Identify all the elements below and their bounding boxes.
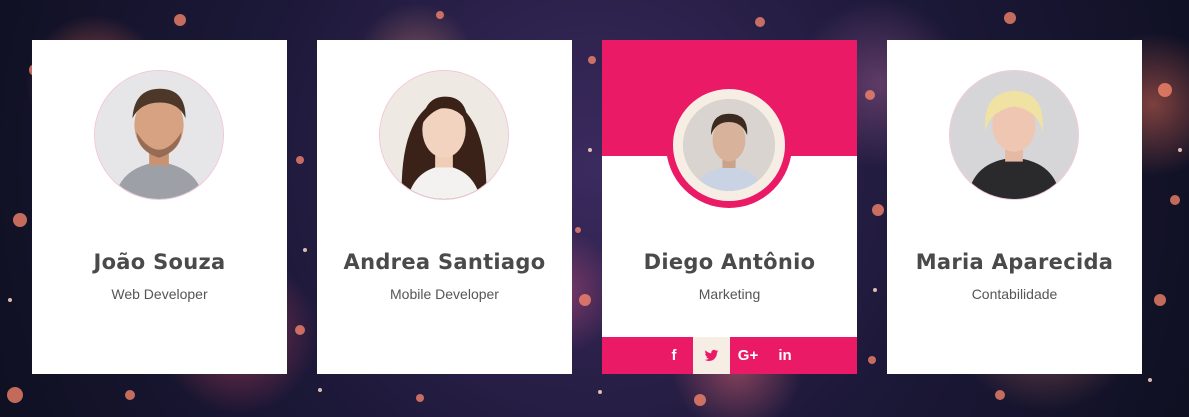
team-cards: João Souza Web Developer Andrea Santiago… [0, 0, 1189, 417]
member-name: Maria Aparecida [915, 250, 1114, 274]
google-plus-icon[interactable]: G+ [730, 337, 767, 374]
woman-avatar-icon [380, 71, 508, 199]
team-card: Maria Aparecida Contabilidade [887, 40, 1142, 374]
member-name: João Souza [93, 250, 226, 274]
avatar [949, 70, 1079, 200]
member-role: Web Developer [111, 286, 208, 302]
team-card: Andrea Santiago Mobile Developer [317, 40, 572, 374]
member-name: Diego Antônio [643, 250, 816, 274]
linkedin-icon[interactable]: in [767, 337, 804, 374]
facebook-icon[interactable]: f [656, 337, 693, 374]
member-role: Marketing [698, 286, 761, 302]
team-card: João Souza Web Developer [32, 40, 287, 374]
member-name: Andrea Santiago [343, 250, 546, 274]
man-avatar-icon [95, 71, 223, 199]
team-card-active: Diego Antônio Marketing f G+ in [602, 40, 857, 374]
avatar [379, 70, 509, 200]
member-role: Contabilidade [971, 286, 1058, 302]
avatar [94, 70, 224, 200]
social-links: f G+ in [602, 337, 857, 374]
man-avatar-icon [683, 99, 775, 191]
woman-avatar-icon [950, 71, 1078, 199]
member-role: Mobile Developer [390, 286, 499, 302]
twitter-icon[interactable] [692, 337, 730, 374]
avatar [673, 89, 785, 201]
